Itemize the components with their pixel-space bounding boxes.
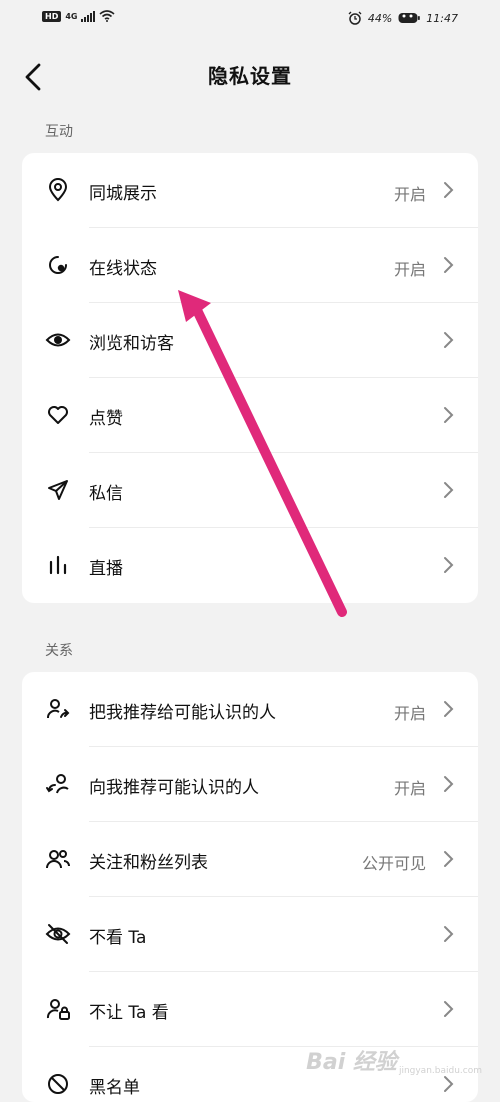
hd-badge: HD <box>42 10 62 22</box>
heart-icon <box>45 402 71 428</box>
row-label: 直播 <box>89 559 123 579</box>
setting-row-recommend-me[interactable]: 把我推荐给可能认识的人 开启 <box>22 672 478 747</box>
setting-row-hide-from-them[interactable]: 不让 Ta 看 <box>22 972 478 1047</box>
baidu-watermark: Bai 经验 jingyan.baidu.com <box>306 1044 482 1076</box>
status-right: 44% 11:47 <box>348 11 458 25</box>
chevron-right-icon <box>444 182 454 198</box>
row-label: 不看 Ta <box>89 928 147 948</box>
setting-row-messages[interactable]: 私信 <box>22 453 478 528</box>
clock-time: 11:47 <box>426 11 458 25</box>
watermark-text: Bai 经验 <box>306 1050 397 1075</box>
users-icon <box>45 846 71 872</box>
setting-row-views-visitors[interactable]: 浏览和访客 <box>22 303 478 378</box>
setting-row-follow-list[interactable]: 关注和粉丝列表 公开可见 <box>22 822 478 897</box>
row-label: 关注和粉丝列表 <box>89 853 208 873</box>
watermark-sub: jingyan.baidu.com <box>398 1066 482 1076</box>
block-icon <box>45 1071 71 1097</box>
setting-row-online-status[interactable]: 在线状态 开启 <box>22 228 478 303</box>
row-value: 开启 <box>393 260 426 279</box>
row-value: 开启 <box>393 185 426 204</box>
wifi-icon <box>99 10 116 22</box>
nav-bar: 隐私设置 <box>0 48 500 104</box>
chevron-right-icon <box>444 407 454 423</box>
setting-row-local-display[interactable]: 同城展示 开启 <box>22 153 478 228</box>
status-bar: HD 4G 44% 11:47 <box>0 0 500 40</box>
online-status-icon <box>45 252 71 278</box>
row-label: 私信 <box>89 484 123 504</box>
eye-icon <box>45 327 71 353</box>
section-label-relation: 关系 <box>45 643 73 659</box>
row-label: 不让 Ta 看 <box>89 1003 169 1023</box>
chevron-right-icon <box>444 1076 454 1092</box>
status-left: HD 4G <box>42 10 116 22</box>
user-share-icon <box>45 696 71 722</box>
network-type: 4G <box>65 11 78 21</box>
send-icon <box>45 477 71 503</box>
row-label: 向我推荐可能认识的人 <box>89 778 259 798</box>
alarm-icon <box>348 11 362 25</box>
chevron-right-icon <box>444 257 454 273</box>
chevron-right-icon <box>444 776 454 792</box>
battery-icon <box>398 13 421 23</box>
page-title: 隐私设置 <box>208 64 292 88</box>
user-lock-icon <box>45 996 71 1022</box>
chevron-right-icon <box>444 557 454 573</box>
row-value: 开启 <box>393 779 426 798</box>
chevron-right-icon <box>444 701 454 717</box>
signal-icon <box>81 10 96 22</box>
setting-row-recommend-to-me[interactable]: 向我推荐可能认识的人 开启 <box>22 747 478 822</box>
section-label-interact: 互动 <box>45 124 73 140</box>
row-value: 开启 <box>393 704 426 723</box>
row-label: 把我推荐给可能认识的人 <box>89 703 276 723</box>
setting-row-hide-them[interactable]: 不看 Ta <box>22 897 478 972</box>
interact-card: 同城展示 开启 在线状态 开启 浏览和访客 点赞 私信 直播 <box>22 153 478 603</box>
relation-card: 把我推荐给可能认识的人 开启 向我推荐可能认识的人 开启 关注和粉丝列表 公开可… <box>22 672 478 1102</box>
chevron-right-icon <box>444 332 454 348</box>
bars-icon <box>45 552 71 578</box>
battery-percent: 44% <box>367 11 393 25</box>
setting-row-likes[interactable]: 点赞 <box>22 378 478 453</box>
chevron-right-icon <box>444 851 454 867</box>
eye-off-icon <box>45 921 71 947</box>
row-label: 黑名单 <box>89 1078 140 1098</box>
chevron-right-icon <box>444 1001 454 1017</box>
row-label: 在线状态 <box>89 259 157 279</box>
user-recommend-icon <box>45 771 71 797</box>
row-value: 公开可见 <box>361 854 426 873</box>
setting-row-live[interactable]: 直播 <box>22 528 478 603</box>
chevron-right-icon <box>444 926 454 942</box>
chevron-right-icon <box>444 482 454 498</box>
location-pin-icon <box>45 177 71 203</box>
row-label: 同城展示 <box>89 184 157 204</box>
row-label: 点赞 <box>89 409 123 429</box>
row-label: 浏览和访客 <box>89 334 174 354</box>
